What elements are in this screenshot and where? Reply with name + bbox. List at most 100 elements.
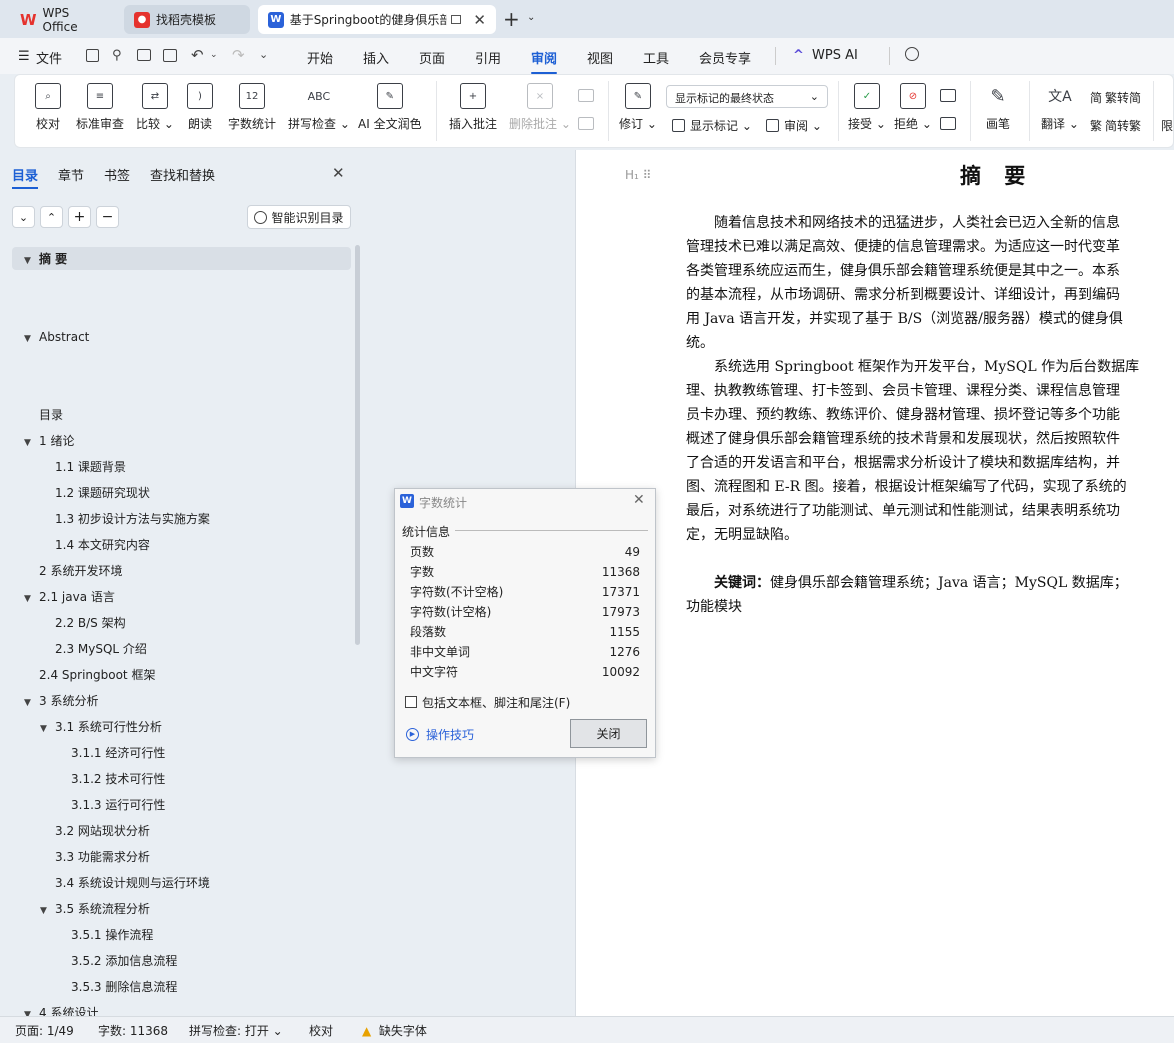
close-pane-icon[interactable]: ✕ xyxy=(332,164,345,182)
tab-chapters[interactable]: 章节 xyxy=(58,165,84,184)
to-traditional-button[interactable]: 繁简转繁 xyxy=(1090,117,1141,134)
toc-item[interactable]: ▼ 3.5 系统流程分析 xyxy=(40,899,150,919)
expand-up-button[interactable]: ⌃ xyxy=(40,206,63,228)
toc-item[interactable]: 3.1.3 运行可行性 xyxy=(56,795,165,815)
proofread-button[interactable]: ⌕ 校对 xyxy=(35,83,61,132)
tab-find-replace[interactable]: 查找和替换 xyxy=(150,165,215,184)
include-footnotes-label[interactable]: 包括文本框、脚注和尾注(F) xyxy=(422,694,570,711)
expand-arrow-icon[interactable]: ▼ xyxy=(24,251,36,271)
menu-wps-ai[interactable]: WPS AI xyxy=(812,48,858,63)
toc-item[interactable]: 2.4 Springboot 框架 xyxy=(24,665,155,685)
toc-item[interactable]: 3.1.1 经济可行性 xyxy=(56,743,165,763)
expand-arrow-icon[interactable]: ▼ xyxy=(24,589,36,609)
dialog-close-icon[interactable]: ✕ xyxy=(633,492,645,508)
hamburger-icon[interactable]: ☰ xyxy=(18,49,30,64)
toc-item[interactable]: 3.5.2 添加信息流程 xyxy=(56,951,177,971)
tab-toc[interactable]: 目录 xyxy=(12,165,39,189)
tips-icon[interactable]: ▶ xyxy=(406,728,419,741)
toc-item[interactable]: 1.4 本文研究内容 xyxy=(40,535,150,555)
toc-item[interactable]: 2.3 MySQL 介绍 xyxy=(40,639,147,659)
tab-wps-office[interactable]: W WPS Office xyxy=(10,5,118,34)
show-markup-button[interactable]: 显示标记 ⌄ xyxy=(672,117,752,134)
proofread-status[interactable]: 校对 xyxy=(309,1022,333,1039)
toc-item[interactable]: ▼ 3.1 系统可行性分析 xyxy=(40,717,162,737)
tab-document[interactable]: W 基于Springboot的健身俱乐部 ✕ xyxy=(258,5,496,34)
new-tab-icon[interactable]: + xyxy=(503,7,520,31)
toc-item[interactable]: ▼ 1 绪论 xyxy=(24,431,74,451)
accept-button[interactable]: ✓ 接受 ⌄ xyxy=(848,83,886,132)
word-count-indicator[interactable]: 字数: 11368 xyxy=(98,1022,168,1039)
search-icon[interactable] xyxy=(905,47,919,61)
toc-item[interactable]: 1.1 课题背景 xyxy=(40,457,126,477)
next-comment-icon[interactable] xyxy=(578,117,594,130)
toc-item[interactable]: ▼ 3 系统分析 xyxy=(24,691,98,711)
word-count-button[interactable]: 12 字数统计 xyxy=(228,83,276,132)
reject-button[interactable]: ⊘ 拒绝 ⌄ xyxy=(894,83,932,132)
include-footnotes-checkbox[interactable] xyxy=(405,696,417,708)
collapse-all-button[interactable]: ⌄ xyxy=(12,206,35,228)
expand-arrow-icon[interactable]: ▼ xyxy=(40,719,52,739)
menu-tools[interactable]: 工具 xyxy=(643,48,669,67)
ai-polish-button[interactable]: ✎ AI 全文润色 xyxy=(358,83,422,132)
toc-item[interactable]: 3.5.1 操作流程 xyxy=(56,925,153,945)
spell-check-status[interactable]: 拼写检查: 打开 ⌄ xyxy=(189,1022,283,1039)
translate-button[interactable]: 文A 翻译 ⌄ xyxy=(1041,83,1079,132)
spell-check-button[interactable]: ABC 拼写检查 ⌄ xyxy=(288,83,350,132)
toc-item[interactable]: ▼ 2.1 java 语言 xyxy=(24,587,115,607)
to-simplified-button[interactable]: 简繁转简 xyxy=(1090,89,1141,106)
standard-review-button[interactable]: ≡ 标准审查 xyxy=(76,83,124,132)
scrollbar[interactable] xyxy=(355,245,360,645)
toc-item[interactable]: 1.3 初步设计方法与实施方案 xyxy=(40,509,210,529)
insert-comment-button[interactable]: + 插入批注 xyxy=(449,83,497,132)
expand-arrow-icon[interactable]: ▼ xyxy=(40,901,52,921)
toc-item[interactable]: 3.2 网站现状分析 xyxy=(40,821,150,841)
heading-level-icon[interactable]: H₁ ⠿ xyxy=(625,168,651,182)
menu-view[interactable]: 视图 xyxy=(587,48,613,67)
missing-font-status[interactable]: ▲ 缺失字体 xyxy=(362,1022,427,1039)
toc-item[interactable]: ▼ 摘 要 xyxy=(24,249,67,269)
prev-change-icon[interactable] xyxy=(940,89,956,102)
toc-item[interactable]: 2 系统开发环境 xyxy=(24,561,122,581)
toc-item[interactable]: 2.2 B/S 架构 xyxy=(40,613,126,633)
chevron-down-icon[interactable]: ⌄ xyxy=(527,12,535,23)
compare-button[interactable]: ⇄ 比较 ⌄ xyxy=(136,83,174,132)
delete-comment-button[interactable]: × 删除批注 ⌄ xyxy=(509,83,571,132)
menu-home[interactable]: 开始 xyxy=(307,48,333,67)
monitor-icon[interactable] xyxy=(450,15,462,24)
markup-state-select[interactable]: 显示标记的最终状态 ⌄ xyxy=(666,85,828,108)
undo-icon[interactable]: ↶ xyxy=(191,46,204,64)
read-aloud-button[interactable]: ) 朗读 xyxy=(187,83,213,132)
tab-bookmarks[interactable]: 书签 xyxy=(104,165,130,184)
tips-link[interactable]: 操作技巧 xyxy=(426,726,474,743)
toc-item[interactable]: 1.2 课题研究现状 xyxy=(40,483,150,503)
restrict-button[interactable]: 限 xyxy=(1161,117,1173,134)
undo-dropdown-icon[interactable]: ⌄ xyxy=(210,50,218,60)
menu-review[interactable]: 审阅 xyxy=(531,48,558,74)
more-dropdown-icon[interactable]: ⌄ xyxy=(259,48,268,61)
print-preview-icon[interactable] xyxy=(163,49,177,62)
menu-page[interactable]: 页面 xyxy=(419,48,445,67)
expand-arrow-icon[interactable]: ▼ xyxy=(24,329,36,349)
toc-item[interactable]: 3.4 系统设计规则与运行环境 xyxy=(40,873,210,893)
menu-file[interactable]: 文件 xyxy=(36,48,62,67)
toc-item[interactable]: 目录 xyxy=(24,405,63,425)
tab-template[interactable]: ● 找稻壳模板 xyxy=(124,5,250,34)
save-icon[interactable] xyxy=(86,49,99,62)
toc-item[interactable]: 3.1.2 技术可行性 xyxy=(56,769,165,789)
close-button[interactable]: 关闭 xyxy=(570,719,647,748)
next-change-icon[interactable] xyxy=(940,117,956,130)
toc-item[interactable]: 3.5.3 删除信息流程 xyxy=(56,977,177,997)
menu-references[interactable]: 引用 xyxy=(475,48,501,67)
page-indicator[interactable]: 页面: 1/49 xyxy=(15,1022,74,1039)
close-tab-icon[interactable]: ✕ xyxy=(473,11,486,29)
share-icon[interactable]: ⚲ xyxy=(112,48,122,63)
add-heading-button[interactable]: + xyxy=(68,206,91,228)
expand-arrow-icon[interactable]: ▼ xyxy=(24,433,36,453)
review-pane-button[interactable]: 审阅 ⌄ xyxy=(766,117,822,134)
pen-button[interactable]: ✎ 画笔 xyxy=(985,83,1011,132)
expand-arrow-icon[interactable]: ▼ xyxy=(24,693,36,713)
toc-item[interactable]: ▼ Abstract xyxy=(24,327,89,347)
remove-heading-button[interactable]: − xyxy=(96,206,119,228)
menu-membership[interactable]: 会员专享 xyxy=(699,48,751,67)
toc-item[interactable]: 3.3 功能需求分析 xyxy=(40,847,150,867)
